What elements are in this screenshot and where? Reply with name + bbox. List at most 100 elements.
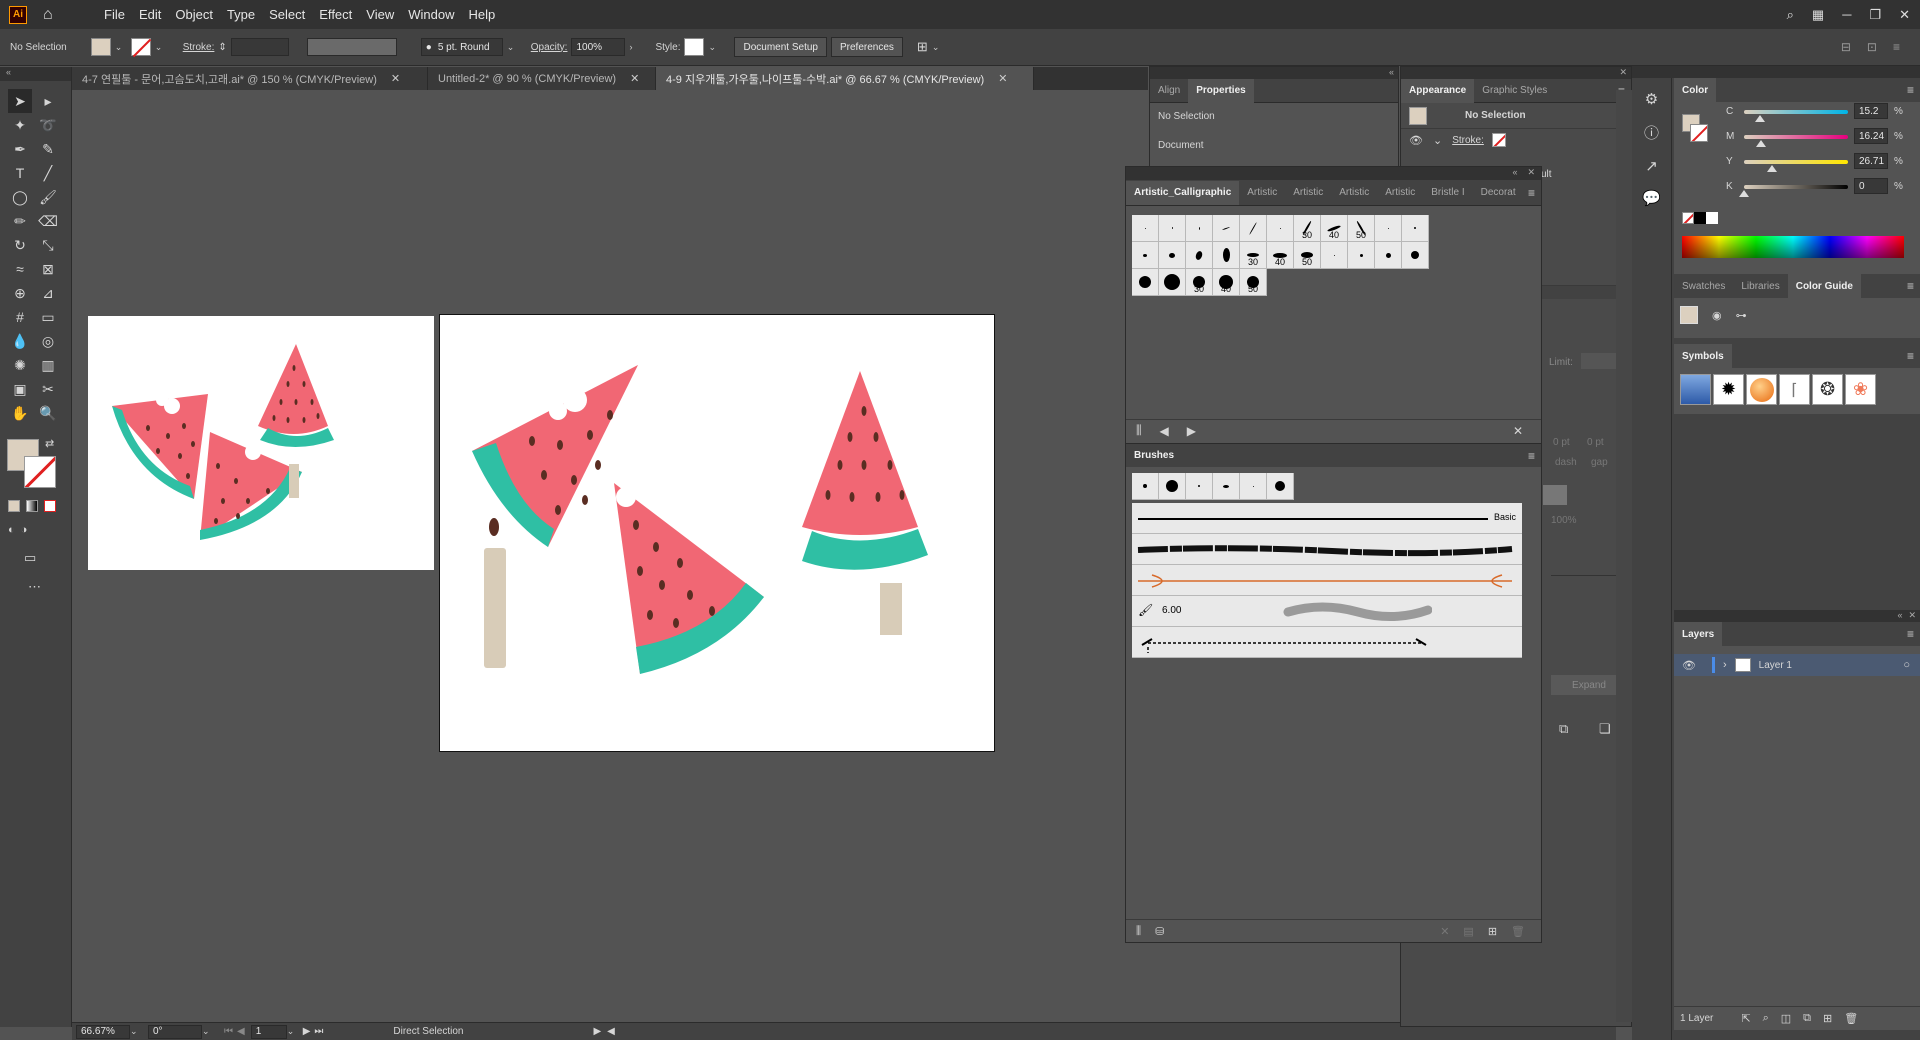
brush-swatch[interactable]: [1186, 215, 1213, 242]
paintbrush-tool-icon[interactable]: 🖌: [36, 185, 60, 209]
search-icon[interactable]: ⌕: [1787, 7, 1794, 23]
brush-swatch[interactable]: 50: [1240, 269, 1267, 296]
eraser-tool-icon[interactable]: ⌫: [36, 209, 60, 233]
pencil-tool-icon[interactable]: ✏: [8, 209, 32, 233]
chevron-down-icon[interactable]: ⌄: [932, 42, 944, 53]
brush-swatch[interactable]: [1321, 242, 1348, 269]
libraries-panel-icon[interactable]: ⛁: [1155, 925, 1164, 938]
blend-tool-icon[interactable]: ◎: [36, 329, 60, 353]
chevron-down-icon[interactable]: ⌄: [130, 1026, 142, 1037]
chevron-down-icon[interactable]: ⌄: [202, 1026, 214, 1037]
home-icon[interactable]: ⌂: [43, 6, 61, 24]
new-layer-icon[interactable]: ⊞: [1823, 1012, 1832, 1025]
color-value-field[interactable]: 16.24: [1854, 128, 1888, 144]
align-icon[interactable]: ⊟: [1841, 40, 1851, 54]
first-artboard-icon[interactable]: ⏮: [224, 1026, 233, 1037]
more-tools-icon[interactable]: ⋯: [28, 579, 41, 595]
symbol-sprayer-tool-icon[interactable]: ✺: [8, 353, 32, 377]
black-color-icon[interactable]: [1694, 212, 1706, 224]
tab-bristle[interactable]: Bristle I: [1423, 181, 1472, 205]
restore-icon[interactable]: ❐: [1869, 7, 1881, 23]
line-tool-icon[interactable]: ╱: [36, 161, 60, 185]
close-icon[interactable]: ✕: [391, 72, 400, 85]
brush-swatch[interactable]: [1348, 242, 1375, 269]
brush-library-menu-icon[interactable]: ⫼: [1136, 423, 1142, 438]
swap-icon[interactable]: ⇄: [45, 437, 54, 450]
scroll-left-icon[interactable]: ◀: [607, 1026, 615, 1037]
chevron-down-icon[interactable]: ⌄: [1433, 134, 1442, 147]
brush-swatch[interactable]: 30: [1240, 242, 1267, 269]
pen-tool-icon[interactable]: ✒: [8, 137, 32, 161]
tab-document-3[interactable]: 4-9 지우개툴,가우툴,나이프툴-수박.ai* @ 66.67 % (CMYK…: [656, 67, 1034, 90]
color-slider-knob[interactable]: [1739, 190, 1749, 197]
brush-definition-field[interactable]: ● 5 pt. Round: [420, 38, 503, 56]
brush-swatch[interactable]: [1132, 242, 1159, 269]
warp-tool-icon[interactable]: ≈: [8, 257, 32, 281]
artboard-1[interactable]: [88, 316, 434, 570]
tab-align[interactable]: Align: [1150, 79, 1188, 103]
fill-stroke-widget[interactable]: ⇄: [7, 437, 67, 489]
opacity-field[interactable]: 100%: [571, 38, 626, 56]
export-layer-icon[interactable]: ⇱: [1741, 1012, 1750, 1025]
free-transform-tool-icon[interactable]: ⊠: [36, 257, 60, 281]
variable-width-field[interactable]: [306, 38, 397, 56]
scale-tool-icon[interactable]: ⤡: [36, 233, 60, 257]
rotate-tool-icon[interactable]: ↻: [8, 233, 32, 257]
clipping-mask-icon[interactable]: ◫: [1781, 1012, 1791, 1025]
brush-pattern[interactable]: [1132, 627, 1522, 658]
collapse-icon[interactable]: «: [1150, 67, 1398, 79]
brushes-panel-title[interactable]: Brushes: [1126, 444, 1182, 468]
panel-menu-icon[interactable]: ≡: [1907, 279, 1914, 293]
brush-swatch[interactable]: [1132, 473, 1159, 500]
brush-swatch[interactable]: [1132, 269, 1159, 296]
color-slider-track[interactable]: [1744, 185, 1848, 189]
menu-help[interactable]: Help: [461, 7, 502, 22]
color-mode-icon[interactable]: [8, 500, 20, 512]
artboard-number-field[interactable]: 1: [250, 1024, 287, 1039]
layer-row[interactable]: 👁 › Layer 1 ○: [1674, 654, 1920, 676]
tab-artistic-2[interactable]: Artistic: [1285, 181, 1331, 205]
curvature-tool-icon[interactable]: ✎: [36, 137, 60, 161]
eye-icon[interactable]: 👁: [1682, 659, 1696, 672]
tab-artistic-4[interactable]: Artistic: [1377, 181, 1423, 205]
color-slider-knob[interactable]: [1754, 115, 1765, 122]
arrange-icon[interactable]: ❏: [1599, 721, 1611, 737]
symbol-flower[interactable]: ❀: [1845, 374, 1876, 405]
color-slider-track[interactable]: [1744, 110, 1848, 114]
symbol-orange-ball[interactable]: [1746, 374, 1777, 405]
none-mode-icon[interactable]: [44, 500, 56, 512]
brush-arrow[interactable]: [1132, 565, 1522, 596]
color-spectrum[interactable]: [1682, 236, 1904, 258]
color-value-field[interactable]: 26.71: [1854, 153, 1888, 169]
tab-artistic-calligraphic[interactable]: Artistic_Calligraphic: [1126, 180, 1240, 205]
dock-collapse[interactable]: [1632, 66, 1920, 78]
gradient-mode-icon[interactable]: [26, 500, 38, 512]
mesh-tool-icon[interactable]: #: [8, 305, 32, 329]
brush-swatch[interactable]: [1159, 473, 1186, 500]
target-icon[interactable]: ○: [1903, 659, 1910, 671]
close-icon[interactable]: ✕: [630, 72, 639, 85]
color-slider-track[interactable]: [1744, 135, 1848, 139]
brush-swatch[interactable]: [1240, 473, 1267, 500]
color-slider-track[interactable]: [1744, 160, 1848, 164]
brush-swatch[interactable]: [1402, 215, 1429, 242]
symbol-blue-banner[interactable]: [1680, 374, 1711, 405]
limit-field[interactable]: [1581, 353, 1617, 369]
color-slider-knob[interactable]: [1755, 140, 1766, 147]
eyedropper-tool-icon[interactable]: 💧: [8, 329, 32, 353]
stepper-icon[interactable]: ⇕: [218, 42, 226, 53]
delete-brush-icon[interactable]: 🗑: [1511, 925, 1525, 938]
panel-menu-icon[interactable]: ≡: [1907, 83, 1914, 97]
color-panel-title[interactable]: Color: [1674, 78, 1717, 102]
menu-window[interactable]: Window: [401, 7, 461, 22]
arrange-icon[interactable]: ▦: [1812, 7, 1824, 23]
last-artboard-icon[interactable]: ⏭: [314, 1026, 323, 1037]
menu-file[interactable]: File: [97, 7, 132, 22]
column-graph-tool-icon[interactable]: ▥: [36, 353, 60, 377]
selection-tool-icon[interactable]: ➤: [8, 89, 32, 113]
tab-graphic-styles[interactable]: Graphic Styles: [1474, 79, 1555, 103]
stroke-swatch[interactable]: [130, 38, 151, 56]
comments-icon[interactable]: 💬: [1642, 189, 1661, 207]
perspective-grid-tool-icon[interactable]: ⊿: [36, 281, 60, 305]
panel-menu-icon[interactable]: ≡: [1907, 349, 1914, 363]
